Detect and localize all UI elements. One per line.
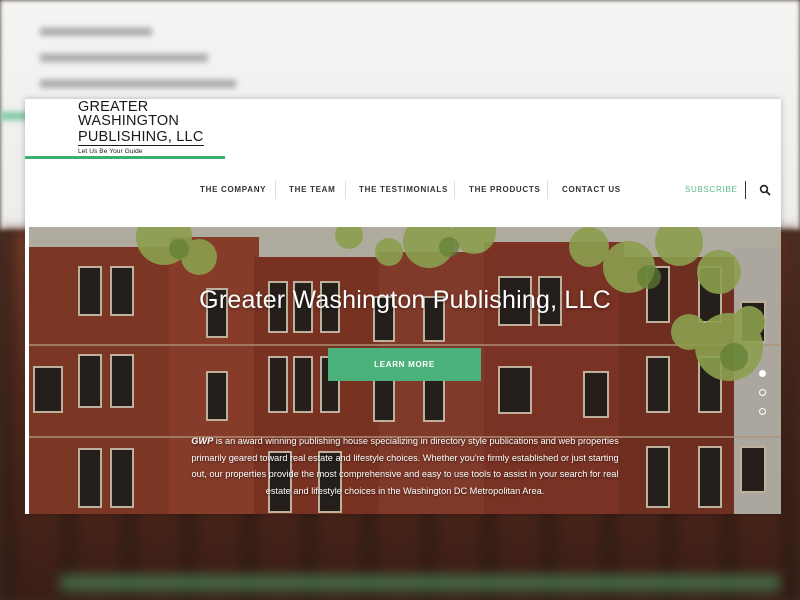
backdrop-green-band	[60, 575, 780, 591]
nav-item-company[interactable]: THE COMPANY	[200, 185, 266, 194]
nav-divider	[345, 181, 346, 199]
logo-underline-bar	[25, 156, 225, 159]
site-header: GREATER WASHINGTON PUBLISHING, LLC Let U…	[25, 99, 781, 227]
learn-more-button[interactable]: LEARN MORE	[328, 348, 481, 381]
hero-title: Greater Washington Publishing, LLC	[199, 286, 611, 314]
nav-vertical-bar	[745, 181, 746, 199]
hero-description-text: is an award winning publishing house spe…	[191, 436, 619, 496]
slider-dot-3[interactable]	[759, 408, 766, 415]
nav-item-contact[interactable]: CONTACT US	[562, 185, 621, 194]
nav-divider	[547, 181, 548, 199]
backdrop-logo-blur: ▬▬▬▬ ▬▬▬▬▬▬ ▬▬▬▬▬▬▬	[40, 11, 236, 94]
nav-item-team[interactable]: THE TEAM	[289, 185, 336, 194]
slider-dots	[759, 370, 767, 427]
logo-line-3: PUBLISHING, LLC	[78, 129, 204, 146]
logo-line-1: GREATER	[78, 99, 149, 115]
hero-banner: Greater Washington Publishing, LLC LEARN…	[29, 227, 781, 514]
site-logo[interactable]: GREATER WASHINGTON PUBLISHING, LLC Let U…	[78, 100, 204, 155]
hero-description: GWP is an award winning publishing house…	[191, 433, 619, 499]
logo-line-2: WASHINGTON	[78, 113, 180, 129]
search-icon[interactable]	[759, 184, 771, 196]
nav-item-products[interactable]: THE PRODUCTS	[469, 185, 541, 194]
logo-tagline: Let Us Be Your Guide	[78, 148, 143, 155]
nav-item-testimonials[interactable]: THE TESTIMONIALS	[359, 185, 448, 194]
subscribe-link[interactable]: SUBSCRIBE	[685, 185, 738, 194]
website-window: GREATER WASHINGTON PUBLISHING, LLC Let U…	[25, 99, 781, 514]
slider-dot-1[interactable]	[759, 370, 766, 377]
hero-abbr: GWP	[191, 436, 214, 446]
nav-divider	[454, 181, 455, 199]
main-nav: THE COMPANY THE TEAM THE TESTIMONIALS TH…	[25, 181, 781, 201]
nav-divider	[275, 181, 276, 199]
slider-dot-2[interactable]	[759, 389, 766, 396]
